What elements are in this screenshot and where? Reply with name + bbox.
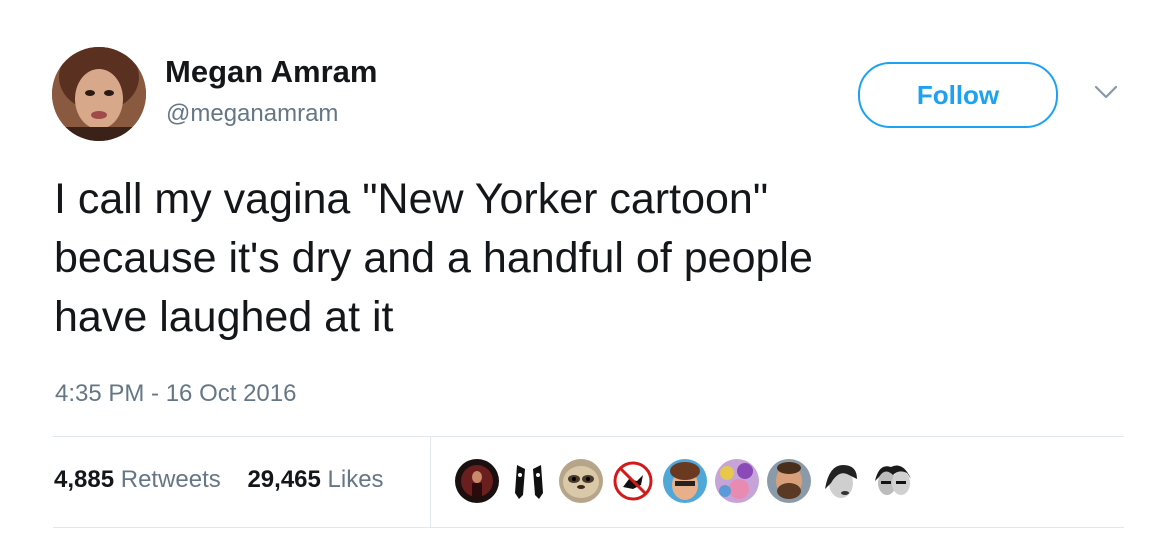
liker-avatar-4[interactable]	[611, 459, 655, 503]
divider	[430, 437, 431, 527]
follow-button[interactable]: Follow	[858, 62, 1058, 128]
liker-avatar-7[interactable]	[767, 459, 811, 503]
likers-avatars	[455, 459, 915, 503]
liker-avatar-5[interactable]	[663, 459, 707, 503]
likes-label: Likes	[327, 466, 384, 493]
liker-avatar-8[interactable]	[819, 459, 863, 503]
author-handle[interactable]: @meganamram	[166, 100, 338, 128]
divider	[53, 527, 1124, 528]
liker-avatar-9[interactable]	[871, 459, 915, 503]
liker-avatar-2[interactable]	[507, 459, 551, 503]
divider	[53, 436, 1124, 437]
liker-avatar-3[interactable]	[559, 459, 603, 503]
retweets-count: 4,885	[54, 466, 115, 493]
retweets-label: Retweets	[120, 466, 221, 493]
author-display-name[interactable]: Megan Amram	[165, 54, 377, 90]
chevron-down-icon[interactable]	[1094, 84, 1118, 100]
likes-count: 29,465	[247, 466, 321, 493]
liker-avatar-1[interactable]	[455, 459, 499, 503]
author-avatar[interactable]	[52, 47, 146, 141]
liker-avatar-6[interactable]	[715, 459, 759, 503]
likes-stat[interactable]: 29,465 Likes	[247, 466, 383, 493]
tweet-card: Megan Amram @meganamram Follow I call my…	[0, 0, 1152, 540]
tweet-timestamp[interactable]: 4:35 PM - 16 Oct 2016	[55, 380, 296, 408]
tweet-text: I call my vagina "New Yorker cartoon" be…	[54, 175, 813, 341]
retweets-stat[interactable]: 4,885 Retweets	[54, 466, 221, 493]
tweet-stats: 4,885 Retweets 29,465 Likes	[54, 466, 404, 494]
